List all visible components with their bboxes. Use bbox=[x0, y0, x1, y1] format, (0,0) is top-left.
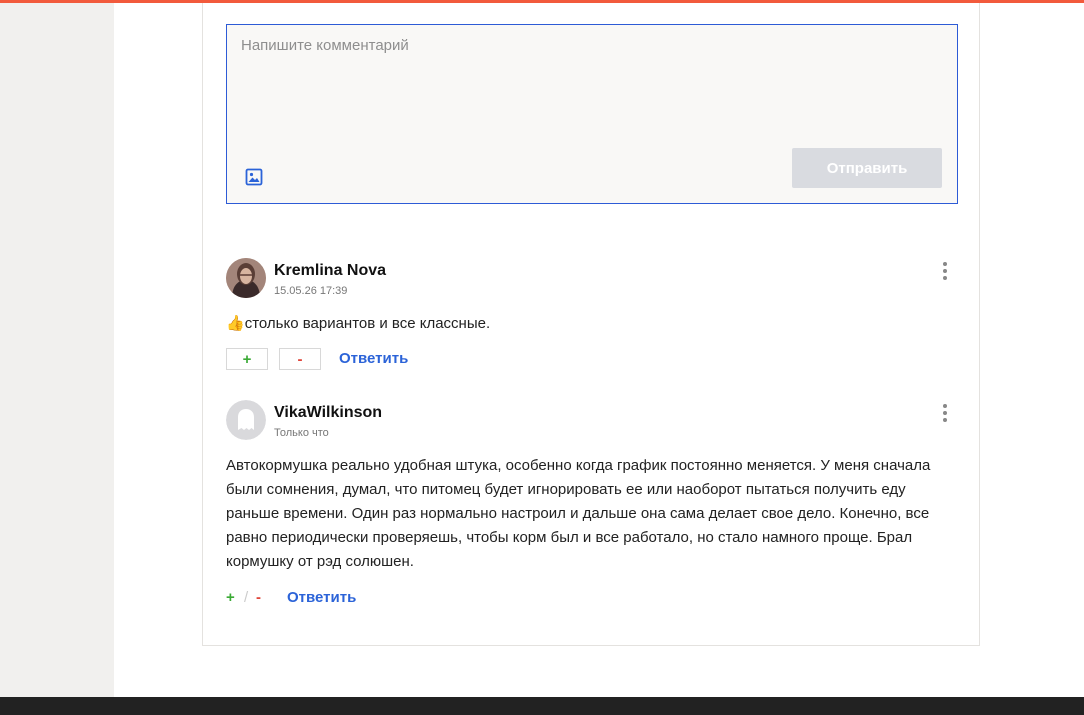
more-options-icon[interactable] bbox=[942, 404, 948, 422]
comment-timestamp: Только что bbox=[274, 427, 329, 439]
comment-timestamp: 15.05.26 17:39 bbox=[274, 285, 348, 297]
comment-composer: Отправить bbox=[226, 24, 958, 204]
comment-text: 👍столько вариантов и все классные. bbox=[226, 315, 491, 332]
footer-bar bbox=[0, 697, 1084, 715]
thumbs-up-emoji: 👍 bbox=[226, 315, 245, 332]
reply-link[interactable]: Ответить bbox=[287, 589, 356, 606]
image-icon[interactable] bbox=[245, 168, 263, 186]
downvote-button[interactable]: - bbox=[279, 348, 321, 370]
comment-author[interactable]: VikaWilkinson bbox=[274, 404, 382, 422]
upvote-button[interactable]: + bbox=[226, 589, 235, 606]
comment-author[interactable]: Kremlina Nova bbox=[274, 262, 386, 280]
reply-link[interactable]: Ответить bbox=[339, 350, 408, 367]
upvote-button[interactable]: + bbox=[226, 348, 268, 370]
avatar[interactable] bbox=[226, 258, 266, 298]
comment-input[interactable] bbox=[241, 37, 941, 137]
left-rail bbox=[0, 3, 114, 697]
send-button[interactable]: Отправить bbox=[792, 148, 942, 188]
more-options-icon[interactable] bbox=[942, 262, 948, 280]
vote-separator: / bbox=[244, 589, 249, 606]
avatar[interactable] bbox=[226, 400, 266, 440]
comment-text: Автокормушка реально удобная штука, особ… bbox=[226, 457, 931, 570]
downvote-button[interactable]: - bbox=[256, 589, 261, 606]
